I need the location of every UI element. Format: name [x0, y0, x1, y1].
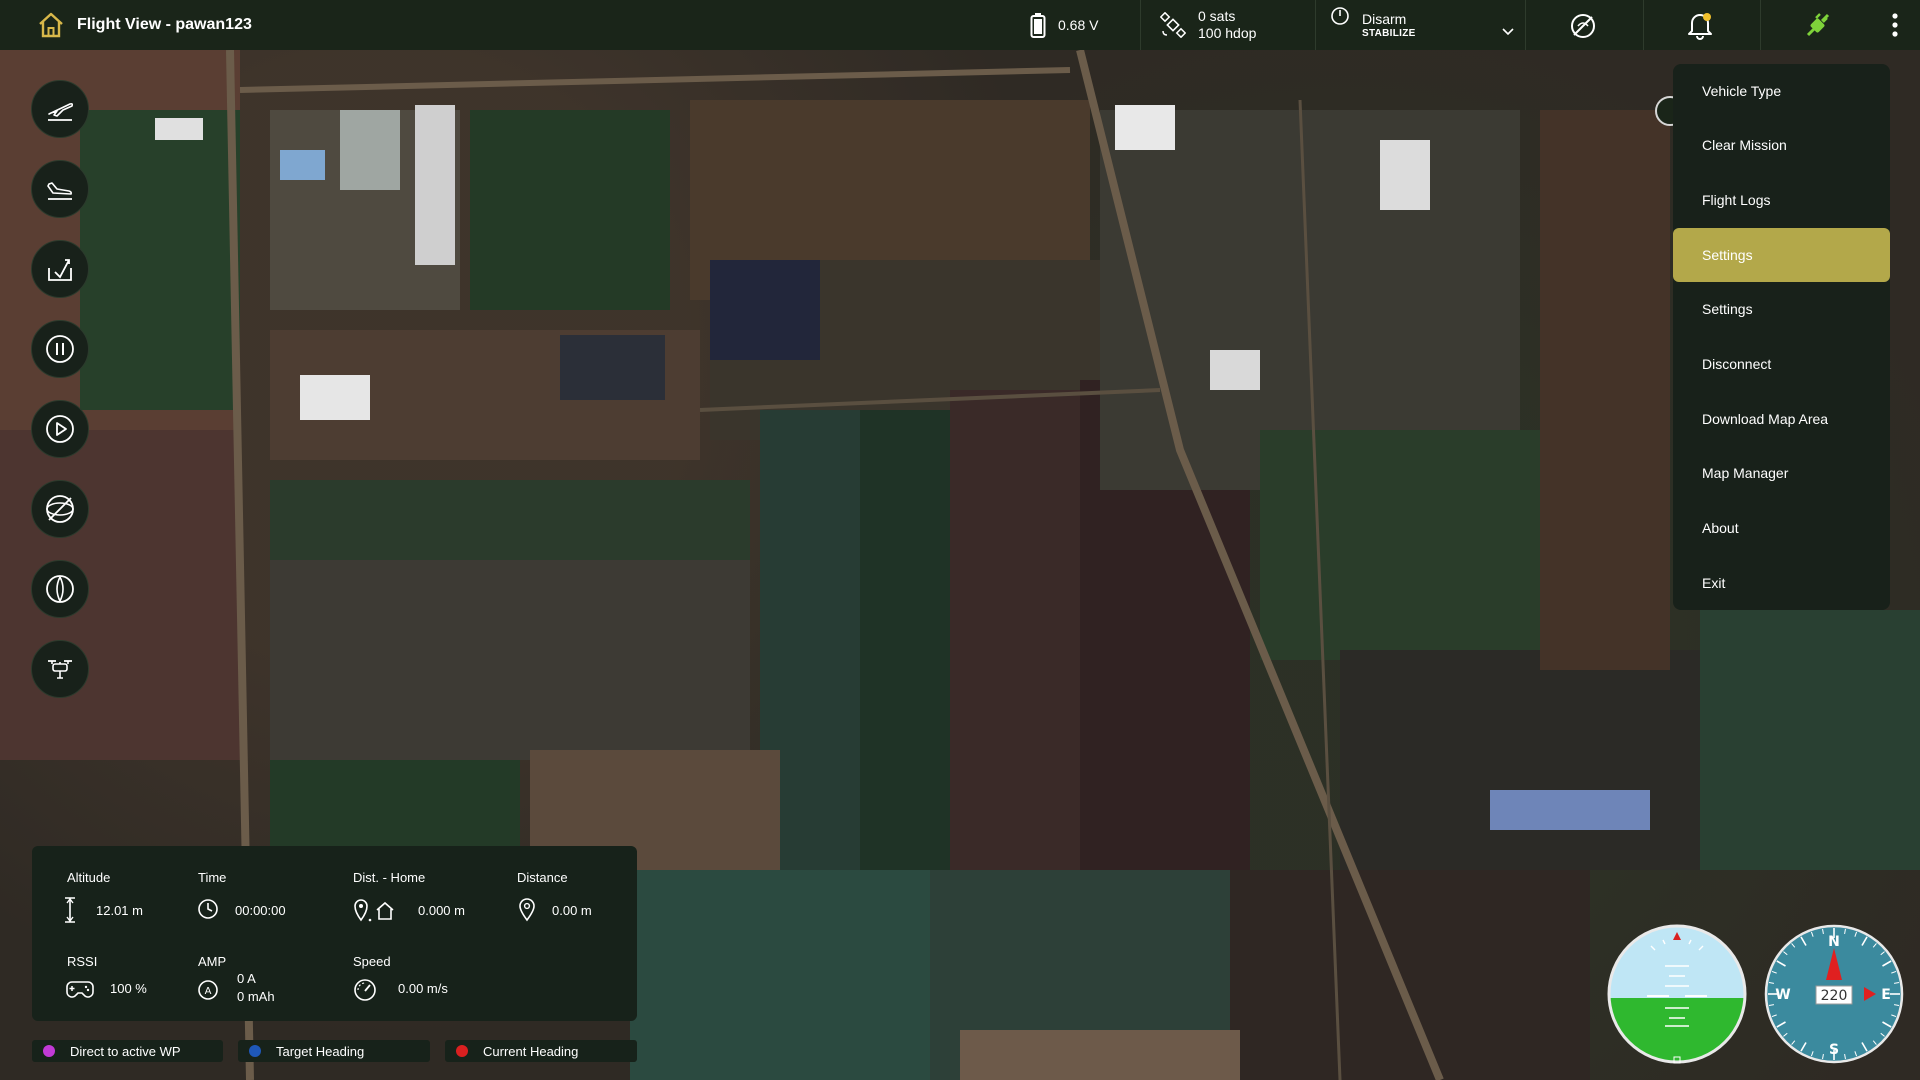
legend-current-heading: Current Heading [445, 1040, 637, 1062]
chevron-down-icon [1502, 28, 1514, 36]
distance-label: Distance [517, 870, 568, 885]
land-button[interactable] [31, 160, 89, 218]
menu-item-download-map-area[interactable]: Download Map Area [1673, 392, 1890, 446]
battery-status[interactable]: 0.68 V [1030, 0, 1098, 50]
compass-west: W [1775, 987, 1790, 1003]
menu-item-about[interactable]: About [1673, 501, 1890, 555]
home-icon[interactable] [36, 10, 66, 40]
return-to-launch-icon [48, 259, 72, 281]
more-options-icon[interactable] [1891, 12, 1899, 38]
speedometer-icon [354, 979, 376, 1001]
attitude-indicator [1607, 924, 1747, 1064]
gimbal-toggle-button[interactable] [31, 480, 89, 538]
legend-label: Target Heading [276, 1043, 365, 1059]
legend-direct-to-wp: Direct to active WP [32, 1040, 223, 1062]
satellite-icon [1160, 12, 1186, 38]
gimbal-off-icon[interactable] [1568, 11, 1598, 41]
compass-indicator: 220 N S E W [1764, 924, 1904, 1064]
menu-item-flight-logs[interactable]: Flight Logs [1673, 173, 1890, 227]
propeller-icon [46, 575, 74, 603]
compass-north: N [1828, 934, 1840, 950]
speed-value: 0.00 m/s [398, 981, 448, 996]
legend-label: Direct to active WP [70, 1043, 181, 1059]
altitude-icon [65, 897, 75, 923]
telemetry-panel: Altitude 12.01 m Time 00:00:00 Dist. - H… [32, 846, 637, 1021]
menu-item-map-manager[interactable]: Map Manager [1673, 446, 1890, 500]
gimbal-off-icon [46, 495, 74, 523]
gps-sats: 0 sats [1198, 8, 1236, 24]
clock-icon [198, 899, 218, 919]
options-menu: Vehicle Type Clear Mission Flight Logs S… [1673, 64, 1890, 610]
rssi-label: RSSI [67, 954, 98, 969]
connection-plug-icon[interactable] [1802, 9, 1834, 41]
battery-voltage: 0.68 V [1058, 16, 1099, 33]
divider [1643, 0, 1644, 50]
return-to-launch-button[interactable] [31, 240, 89, 298]
play-button[interactable] [31, 400, 89, 458]
legend-color-dot [456, 1045, 468, 1057]
menu-item-clear-mission[interactable]: Clear Mission [1673, 118, 1890, 172]
compass-east: E [1881, 987, 1891, 1003]
drone-button[interactable] [31, 640, 89, 698]
legend-color-dot [43, 1045, 55, 1057]
flight-mode-selector[interactable]: Disarm STABILIZE [1330, 0, 1520, 50]
propeller-button[interactable] [31, 560, 89, 618]
takeoff-icon [48, 102, 74, 121]
amp-label: AMP [198, 954, 227, 969]
top-bar: Flight View - pawan123 0.68 V 0 sats 100… [0, 0, 1920, 50]
play-icon [46, 415, 74, 443]
time-value: 00:00:00 [235, 903, 286, 918]
mah-value: 0 mAh [237, 989, 275, 1004]
distance-value: 0.00 m [552, 903, 592, 918]
battery-icon [1030, 13, 1046, 38]
heading-value: 220 [1821, 988, 1848, 1004]
distance-home-icon [354, 899, 394, 922]
divider [1760, 0, 1761, 50]
divider [1315, 0, 1316, 50]
dist-home-value: 0.000 m [418, 903, 465, 918]
divider [1525, 0, 1526, 50]
time-label: Time [198, 870, 227, 885]
gps-status[interactable]: 0 sats 100 hdop [1160, 0, 1256, 50]
ampere-icon: A [198, 980, 218, 1000]
menu-item-settings[interactable]: Settings [1673, 282, 1890, 336]
takeoff-button[interactable] [31, 80, 89, 138]
arm-icon [1331, 7, 1349, 25]
dist-home-label: Dist. - Home [353, 870, 426, 885]
menu-item-settings-active[interactable]: Settings [1673, 228, 1890, 282]
pause-button[interactable] [31, 320, 89, 378]
land-icon [47, 182, 73, 200]
drone-icon [48, 660, 72, 679]
flight-mode: STABILIZE [1362, 28, 1416, 39]
legend-color-dot [249, 1045, 261, 1057]
legend-target-heading: Target Heading [238, 1040, 430, 1062]
arm-state: Disarm [1362, 11, 1407, 27]
svg-text:A: A [205, 986, 212, 997]
location-pin-icon [519, 898, 535, 922]
amp-value: 0 A [237, 971, 256, 986]
rssi-value: 100 % [110, 981, 147, 996]
legend-label: Current Heading [483, 1043, 579, 1059]
compass-south: S [1829, 1042, 1839, 1058]
speed-label: Speed [353, 954, 391, 969]
gps-hdop: 100 hdop [1198, 25, 1257, 41]
notification-bell-icon[interactable] [1686, 10, 1714, 40]
app-title: Flight View - pawan123 [77, 16, 252, 33]
menu-item-disconnect[interactable]: Disconnect [1673, 337, 1890, 391]
altitude-label: Altitude [67, 870, 111, 885]
gamepad-icon [66, 981, 94, 998]
pause-icon [46, 335, 74, 363]
divider [1140, 0, 1141, 50]
menu-item-exit[interactable]: Exit [1673, 556, 1890, 610]
menu-item-vehicle-type[interactable]: Vehicle Type [1673, 64, 1890, 118]
altitude-value: 12.01 m [96, 903, 143, 918]
